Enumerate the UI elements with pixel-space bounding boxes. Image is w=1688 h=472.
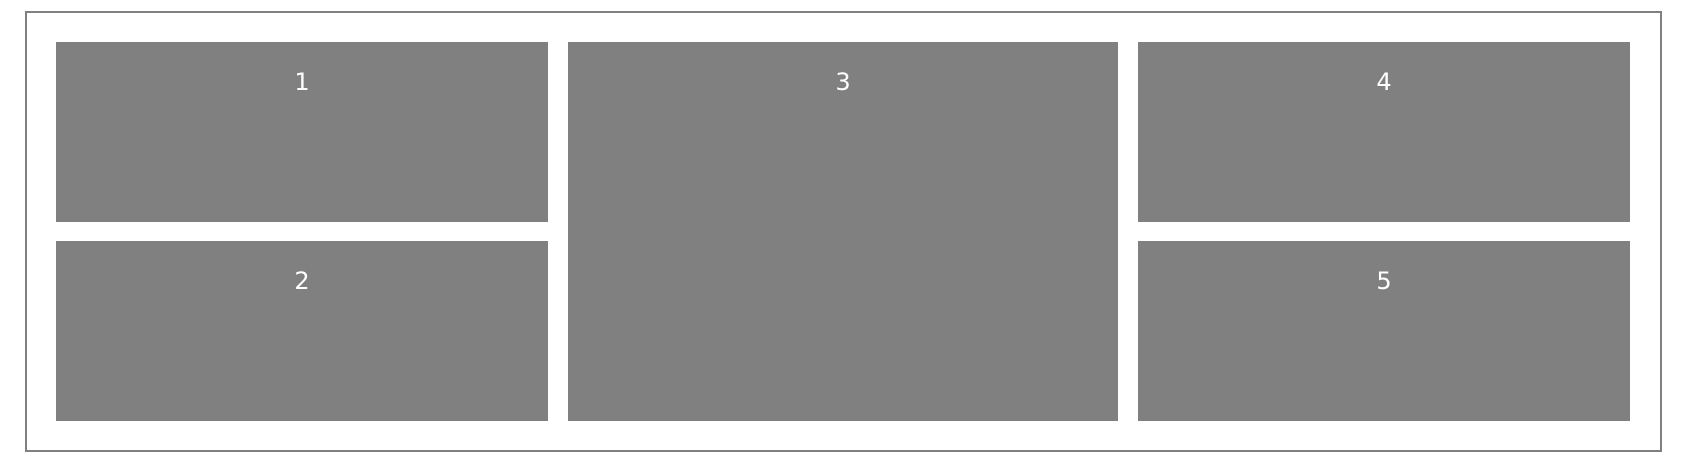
grid-container: 1 3 4 2 5 [25,11,1662,452]
grid-cell-4: 4 [1138,42,1630,222]
grid-cell-5: 5 [1138,241,1630,421]
grid-cell-2: 2 [56,241,548,421]
grid-cell-3: 3 [568,42,1118,421]
grid-cell-1: 1 [56,42,548,222]
grid-layout: 1 3 4 2 5 [56,42,1631,421]
